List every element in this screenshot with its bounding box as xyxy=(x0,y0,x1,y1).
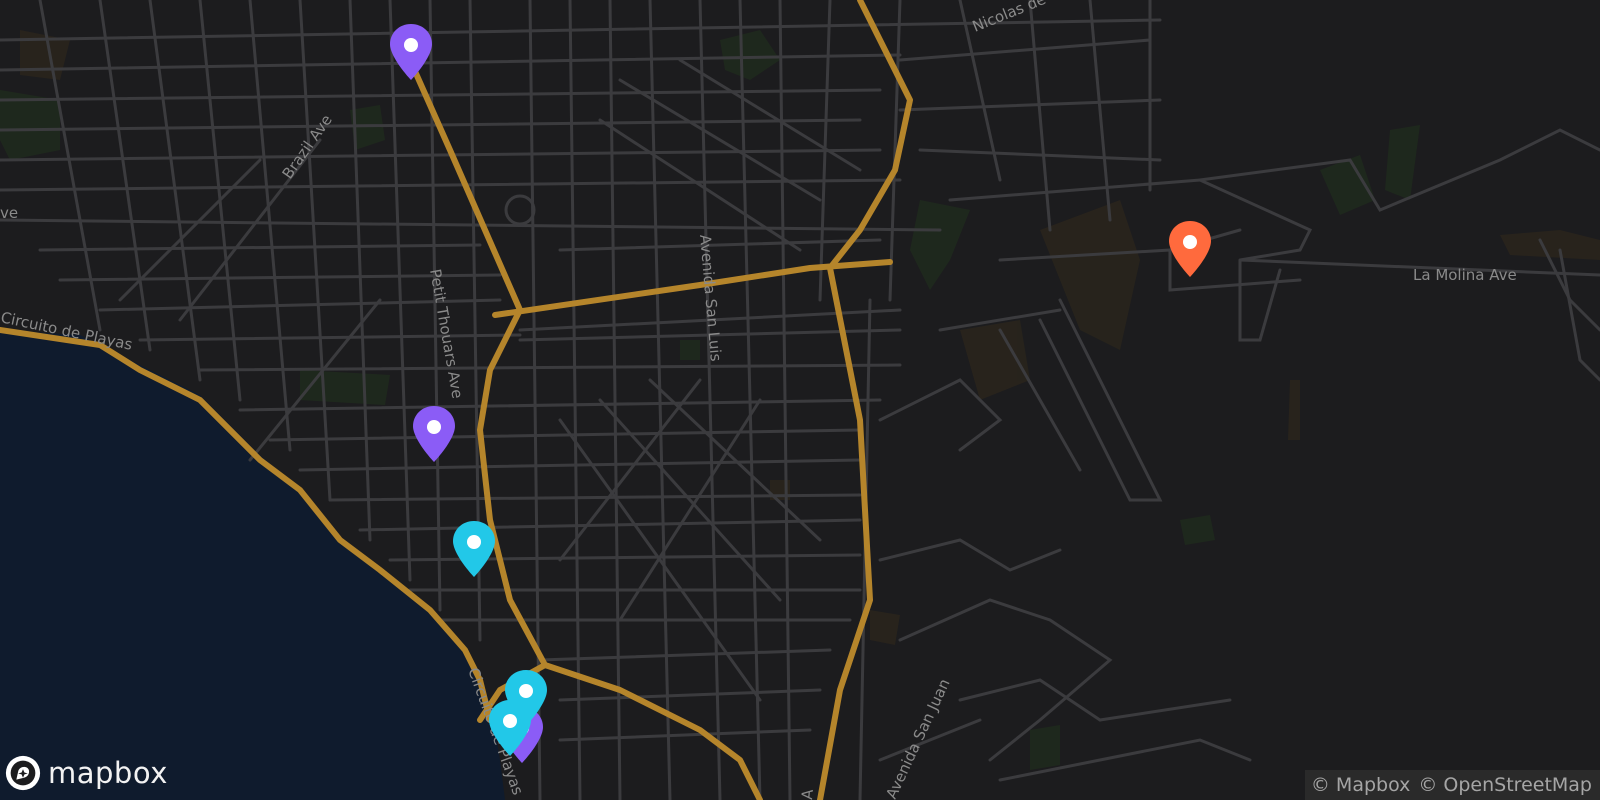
mapbox-logo-text: mapbox xyxy=(48,756,168,790)
attribution-osm-link[interactable]: © OpenStreetMap xyxy=(1418,774,1592,796)
map-pin-icon xyxy=(505,670,547,726)
map-pin-icon xyxy=(413,406,455,462)
map-pin-icon xyxy=(453,521,495,577)
street-label-ave-edge: ve xyxy=(0,204,18,222)
marker-purple-2[interactable] xyxy=(410,404,458,464)
map-pin-icon xyxy=(1169,221,1211,277)
attribution-mapbox-link[interactable]: © Mapbox xyxy=(1311,774,1410,796)
map-base-layer: Brazil Ave Petit Thouars Ave Avenida San… xyxy=(0,0,1600,800)
street-label-la-molina-ave: La Molina Ave xyxy=(1413,266,1517,284)
map-pin-icon xyxy=(390,24,432,80)
marker-cyan-1[interactable] xyxy=(450,519,498,579)
mapbox-logo-icon xyxy=(5,755,41,791)
marker-orange-1[interactable] xyxy=(1166,219,1214,279)
marker-purple-1[interactable] xyxy=(387,22,435,82)
map-attribution: © Mapbox © OpenStreetMap xyxy=(1304,770,1600,800)
map-canvas[interactable]: Brazil Ave Petit Thouars Ave Avenida San… xyxy=(0,0,1600,800)
marker-cyan-3[interactable] xyxy=(502,668,550,728)
mapbox-logo[interactable]: mapbox xyxy=(4,754,168,792)
